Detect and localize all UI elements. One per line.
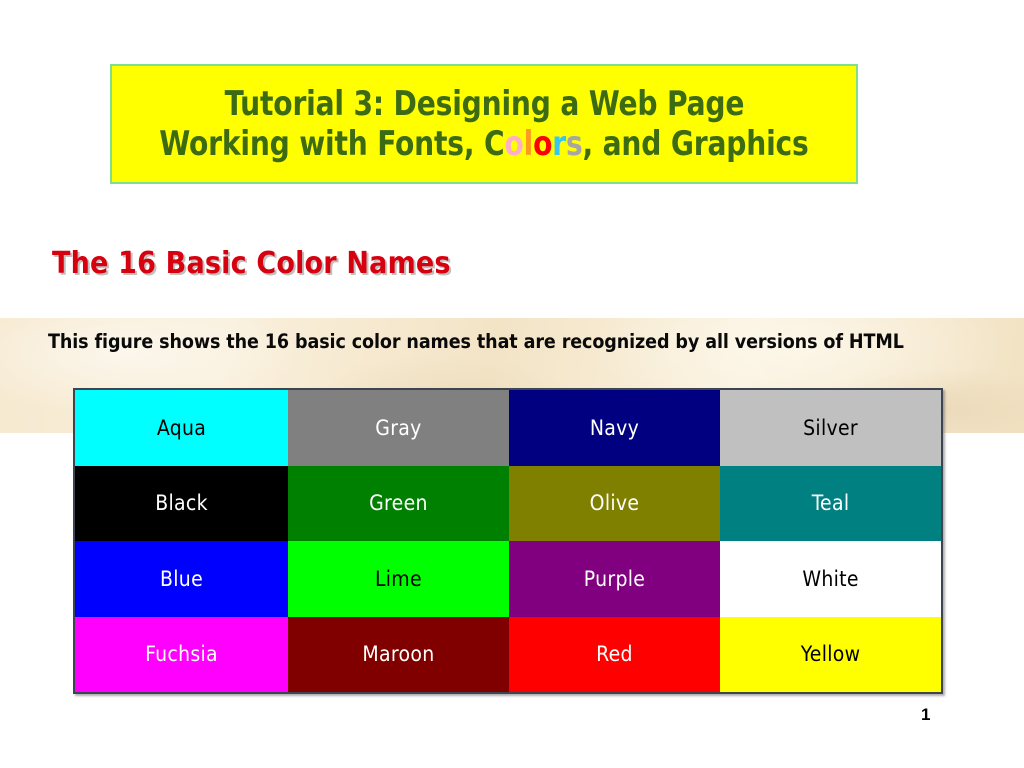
- color-swatch-label: Purple: [583, 566, 646, 591]
- title-colors-letter-5: s: [566, 124, 583, 164]
- section-heading: The 16 Basic Color Names: [52, 246, 451, 281]
- color-swatch-label: Lime: [374, 566, 422, 591]
- slide-title-box: Tutorial 3: Designing a Web Page Working…: [110, 64, 858, 184]
- color-swatch-green: Green: [288, 465, 509, 541]
- color-swatch-white: White: [720, 541, 941, 617]
- title-line-1: Tutorial 3: Designing a Web Page: [224, 83, 744, 124]
- color-swatch-label: Maroon: [362, 642, 435, 667]
- color-swatch-gray: Gray: [288, 390, 509, 466]
- color-swatch-silver: Silver: [720, 390, 941, 466]
- color-swatch-maroon: Maroon: [288, 616, 509, 692]
- color-swatch-label: Black: [155, 491, 208, 516]
- color-swatch-label: Green: [369, 491, 428, 516]
- color-swatch-label: Fuchsia: [145, 642, 218, 667]
- color-swatch-label: Olive: [589, 491, 640, 516]
- color-swatch-blue: Blue: [75, 541, 289, 617]
- title-colors-letter-1: o: [504, 124, 524, 164]
- color-swatch-fuchsia: Fuchsia: [75, 616, 289, 692]
- title-colors-letter-0: C: [484, 124, 505, 164]
- title-colors-word: Colors: [484, 124, 583, 164]
- title-line-2-suffix: , and Graphics: [582, 124, 809, 164]
- page-number: 1: [921, 705, 931, 724]
- color-swatch-purple: Purple: [508, 541, 721, 617]
- color-swatch-label: Aqua: [156, 415, 207, 440]
- color-swatch-label: White: [802, 566, 859, 591]
- title-line-2: Working with Fonts, Colors, and Graphics: [159, 124, 809, 164]
- color-swatch-label: Yellow: [800, 642, 861, 667]
- color-swatch-olive: Olive: [508, 465, 721, 541]
- color-swatch-red: Red: [508, 616, 721, 692]
- title-colors-letter-3: o: [533, 124, 553, 164]
- color-swatch-lime: Lime: [288, 541, 509, 617]
- color-swatch-label: Gray: [375, 415, 422, 440]
- color-swatch-label: Navy: [589, 415, 640, 440]
- color-swatch-black: Black: [75, 465, 289, 541]
- color-swatch-navy: Navy: [508, 390, 721, 466]
- title-colors-letter-2: l: [523, 124, 534, 164]
- color-swatch-label: Silver: [803, 415, 858, 440]
- title-line-2-prefix: Working with Fonts,: [159, 124, 485, 164]
- color-swatch-label: Red: [596, 642, 633, 667]
- color-swatch-yellow: Yellow: [720, 616, 941, 692]
- color-swatch-label: Blue: [160, 566, 204, 591]
- color-swatch-aqua: Aqua: [75, 390, 289, 466]
- color-swatch-teal: Teal: [720, 465, 941, 541]
- figure-caption: This figure shows the 16 basic color nam…: [48, 330, 904, 353]
- color-swatch-grid: Aqua Gray Navy Silver Black Green Olive Teal Blu…: [73, 388, 943, 694]
- color-swatch-label: Teal: [811, 491, 850, 516]
- title-colors-letter-4: r: [552, 124, 567, 164]
